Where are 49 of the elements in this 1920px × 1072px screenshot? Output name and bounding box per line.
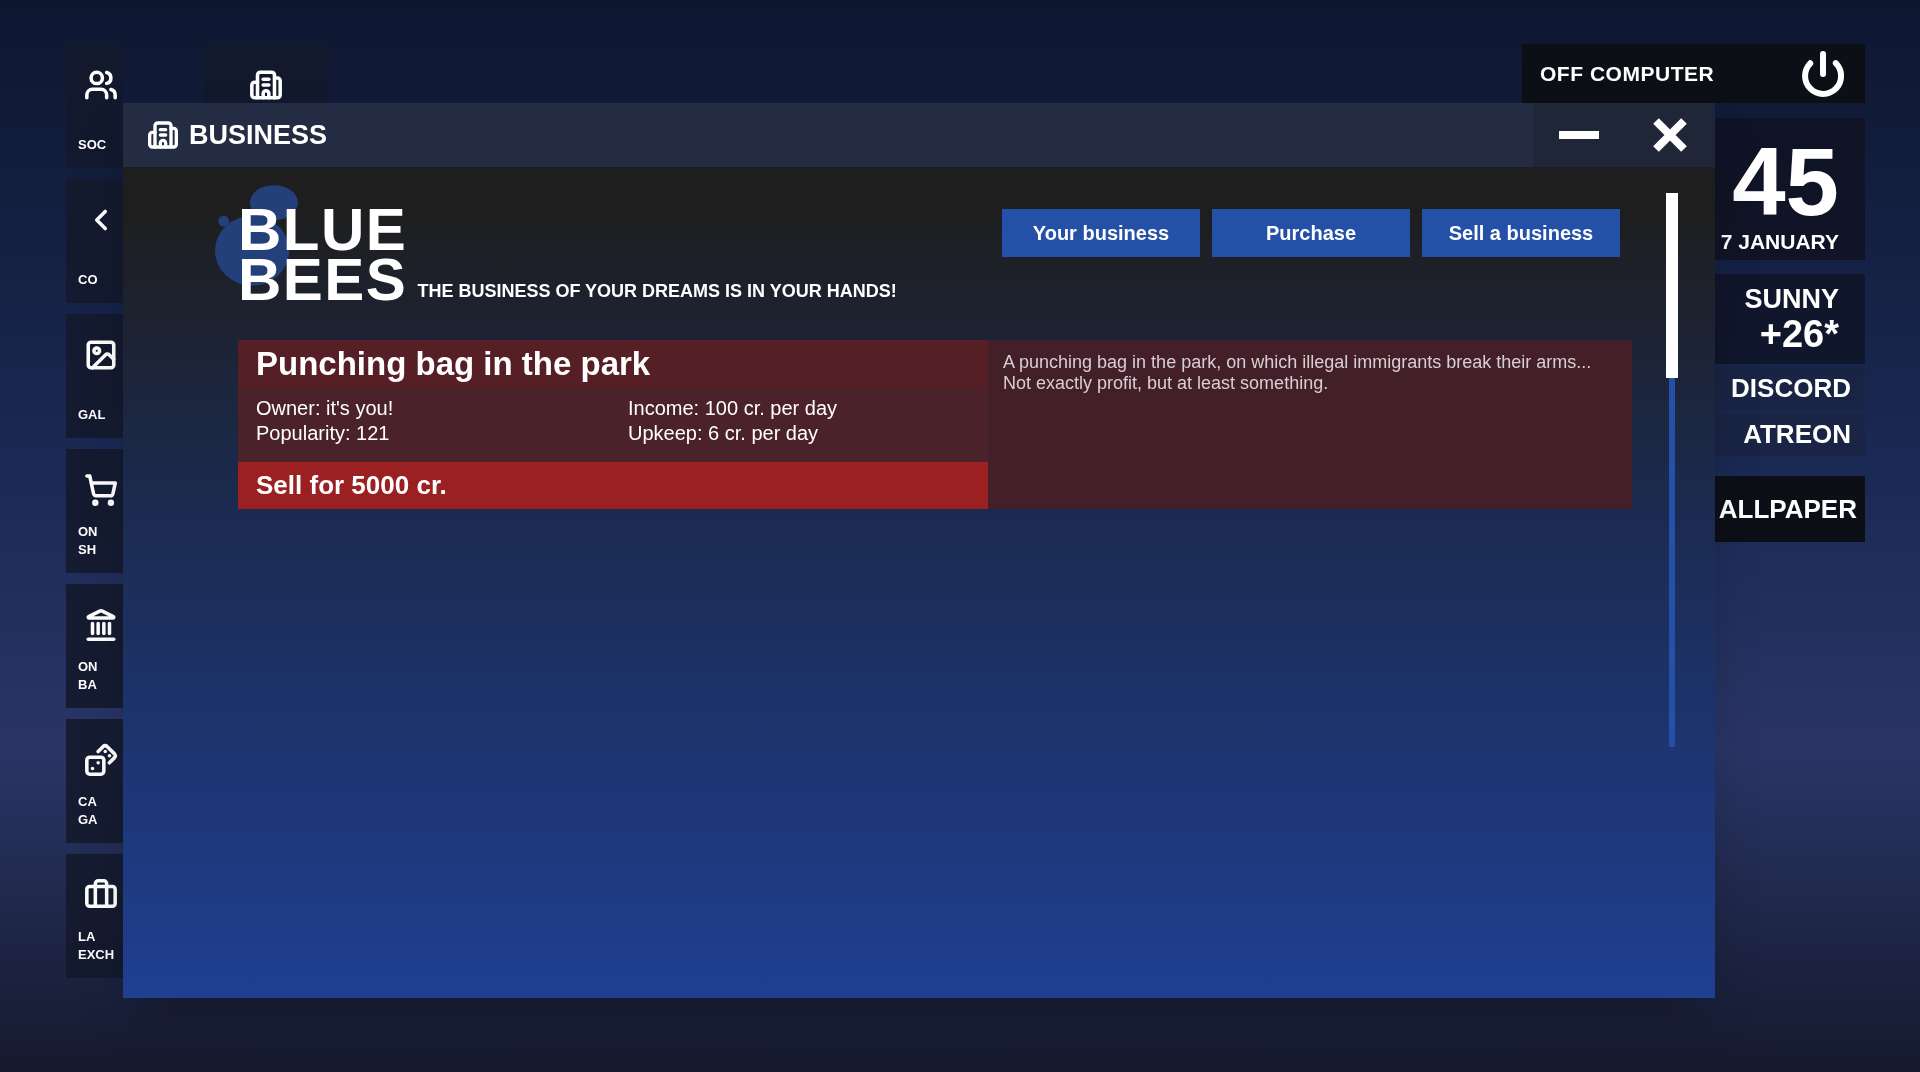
app-tile[interactable]: LA EXCH xyxy=(66,854,123,978)
logo-text: BLUE xyxy=(238,205,408,255)
app-icon xyxy=(84,68,118,102)
app-label: ON xyxy=(78,658,98,676)
sell-button[interactable]: Sell for 5000 cr. xyxy=(238,462,988,509)
weather-temperature: +26* xyxy=(1759,314,1839,354)
app-tile[interactable]: CA GA xyxy=(66,719,123,843)
app-label: SOC xyxy=(78,136,107,154)
nav-tab[interactable]: Purchase xyxy=(1212,209,1410,257)
weather-condition: SUNNY xyxy=(1744,284,1839,314)
income-text: Income: 100 cr. per day xyxy=(628,396,837,421)
link-button[interactable]: ATREON xyxy=(1715,413,1865,456)
power-icon xyxy=(1799,49,1847,98)
app-tile[interactable]: CO xyxy=(66,179,123,303)
owner-text: Owner: it's you! xyxy=(256,396,394,421)
app-tile[interactable]: ON SH xyxy=(66,449,123,573)
app-label: EXCH xyxy=(78,946,115,964)
app-tile[interactable] xyxy=(204,44,328,103)
app-tile[interactable]: SOC xyxy=(66,44,123,168)
app-tile[interactable]: ON BA xyxy=(66,584,123,708)
off-computer-button[interactable]: OFF COMPUTER xyxy=(1522,44,1865,103)
clock-date: 7 JANUARY xyxy=(1720,230,1839,254)
upkeep-text: Upkeep: 6 cr. per day xyxy=(628,421,819,446)
logo-text: BEES xyxy=(238,255,408,305)
app-label: CA xyxy=(78,793,97,811)
link-button[interactable]: DISCORD xyxy=(1715,367,1865,410)
app-icon xyxy=(84,338,118,372)
app-label: ON xyxy=(78,523,98,541)
app-label: GAL xyxy=(78,406,106,424)
app-label: BA xyxy=(78,676,97,694)
app-label: SH xyxy=(78,541,97,559)
app-tile[interactable]: GAL xyxy=(66,314,123,438)
app-label: GA xyxy=(78,811,98,829)
app-icon xyxy=(84,608,118,642)
clock-time: 45 xyxy=(1732,134,1839,230)
app-icon xyxy=(84,473,118,507)
app-icon xyxy=(84,743,118,777)
business-description: A punching bag in the park, on which illegal immigrants break their arms... Not exactly profit, but at least something. xyxy=(1002,351,1593,395)
business-name: Punching bag in the park xyxy=(238,340,988,388)
building-icon xyxy=(147,119,179,151)
tagline: THE BUSINESS OF YOUR DREAMS IS IN YOUR HANDS! xyxy=(417,280,897,303)
app-label: LA xyxy=(78,928,96,946)
window-title: BUSINESS xyxy=(189,118,328,152)
popularity-text: Popularity: 121 xyxy=(256,421,390,446)
app-label: CO xyxy=(78,271,98,289)
wallpaper-button[interactable]: ALLPAPER xyxy=(1715,476,1865,542)
nav-tab[interactable]: Sell a business xyxy=(1422,209,1620,257)
building-icon xyxy=(249,68,283,102)
nav-tab[interactable]: Your business xyxy=(1002,209,1200,257)
